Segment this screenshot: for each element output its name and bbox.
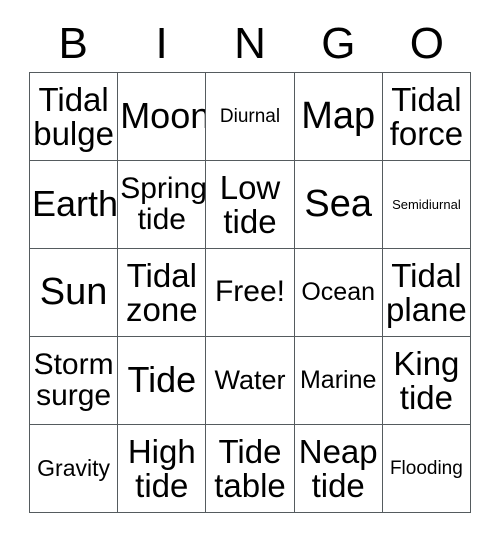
bingo-grid: Tidal bulge Moon Diurnal Map Tidal force… bbox=[29, 72, 471, 513]
bingo-cell-r3c4[interactable]: Ocean bbox=[294, 249, 383, 337]
bingo-cell-label: Tide bbox=[127, 359, 197, 401]
bingo-cell-r2c4[interactable]: Sea bbox=[294, 161, 383, 249]
bingo-cell-label: Tidal zone bbox=[126, 256, 198, 328]
bingo-cell-label: Sun bbox=[39, 271, 108, 314]
bingo-header-letter-b: B bbox=[58, 19, 88, 68]
bingo-cell-r2c2[interactable]: Spring tide bbox=[118, 161, 207, 249]
bingo-cell-r4c1[interactable]: Storm surge bbox=[30, 337, 119, 425]
bingo-cell-r3c1[interactable]: Sun bbox=[30, 249, 119, 337]
bingo-cell-r4c3[interactable]: Water bbox=[206, 337, 295, 425]
bingo-cell-label: Low tide bbox=[219, 168, 281, 240]
bingo-cell-r1c3[interactable]: Diurnal bbox=[206, 73, 295, 161]
bingo-cell-r3c5[interactable]: Tidal plane bbox=[382, 249, 471, 337]
bingo-cell-r4c5[interactable]: King tide bbox=[382, 337, 471, 425]
bingo-cell-label: Neap tide bbox=[298, 432, 378, 504]
bingo-cell-label: Diurnal bbox=[219, 105, 281, 127]
bingo-cell-r2c1[interactable]: Earth bbox=[30, 161, 119, 249]
bingo-cell-label: King tide bbox=[393, 344, 460, 416]
bingo-cell-label: Tidal bulge bbox=[33, 80, 114, 152]
bingo-cell-label: Water bbox=[214, 364, 286, 395]
bingo-header-letter-i: I bbox=[155, 19, 168, 68]
bingo-cell-label: Storm surge bbox=[33, 347, 114, 412]
bingo-header-letter-g: G bbox=[321, 19, 356, 68]
bingo-cell-label: Spring tide bbox=[120, 171, 207, 236]
bingo-cell-r4c2[interactable]: Tide bbox=[118, 337, 207, 425]
bingo-cell-r5c5[interactable]: Flooding bbox=[382, 425, 471, 513]
bingo-header-letter-o: O bbox=[409, 19, 444, 68]
bingo-cell-label: Map bbox=[301, 95, 376, 138]
bingo-cell-label: Marine bbox=[299, 365, 377, 394]
bingo-cell-label: Tidal plane bbox=[386, 256, 467, 328]
bingo-cell-r1c2[interactable]: Moon bbox=[118, 73, 207, 161]
bingo-card: B I N G O Tidal bulge Moon Diurnal Map T… bbox=[0, 0, 500, 544]
bingo-cell-r4c4[interactable]: Marine bbox=[294, 337, 383, 425]
bingo-cell-label: Ocean bbox=[301, 277, 376, 306]
bingo-cell-label: Gravity bbox=[37, 454, 111, 481]
bingo-cell-free-space[interactable]: Free! bbox=[206, 249, 295, 337]
bingo-cell-r2c5[interactable]: Semidiurnal bbox=[382, 161, 471, 249]
bingo-cell-r5c3[interactable]: Tide table bbox=[206, 425, 295, 513]
bingo-free-space-label: Free! bbox=[214, 275, 285, 309]
bingo-cell-label: Tidal force bbox=[389, 80, 464, 152]
bingo-cell-label: Flooding bbox=[389, 457, 463, 479]
bingo-cell-r1c5[interactable]: Tidal force bbox=[382, 73, 471, 161]
bingo-cell-label: Earth bbox=[32, 183, 119, 225]
bingo-cell-label: Moon bbox=[120, 95, 207, 137]
bingo-cell-r1c1[interactable]: Tidal bulge bbox=[30, 73, 119, 161]
bingo-cell-r5c2[interactable]: High tide bbox=[118, 425, 207, 513]
bingo-header-letter-n: N bbox=[234, 19, 266, 68]
bingo-cell-label: High tide bbox=[127, 432, 196, 504]
bingo-cell-label: Semidiurnal bbox=[392, 196, 461, 212]
bingo-cell-r5c1[interactable]: Gravity bbox=[30, 425, 119, 513]
bingo-header-row: B I N G O bbox=[29, 16, 471, 72]
bingo-cell-r3c2[interactable]: Tidal zone bbox=[118, 249, 207, 337]
bingo-cell-r1c4[interactable]: Map bbox=[294, 73, 383, 161]
bingo-cell-label: Tide table bbox=[214, 432, 286, 504]
bingo-cell-label: Sea bbox=[304, 183, 372, 226]
bingo-cell-r2c3[interactable]: Low tide bbox=[206, 161, 295, 249]
bingo-cell-r5c4[interactable]: Neap tide bbox=[294, 425, 383, 513]
